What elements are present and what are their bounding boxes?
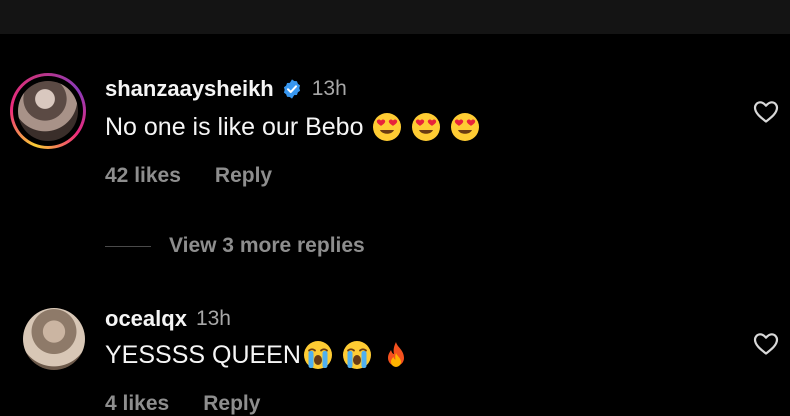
comment-header: shanzaaysheikh 13h [105,76,347,102]
comment-text: No one is like our Bebo [105,112,480,142]
story-ring[interactable] [10,73,86,149]
reply-button[interactable]: Reply [203,392,260,416]
loudly-crying-emoji-icon [303,341,332,369]
avatar[interactable] [18,81,78,141]
comment-actions: 4 likes Reply [105,392,260,416]
view-more-replies-label[interactable]: View 3 more replies [169,234,365,258]
like-heart-icon[interactable] [753,332,779,356]
comment-actions: 42 likes Reply [105,164,272,188]
comment-text-content: No one is like our Bebo [105,112,364,141]
divider-line [105,245,151,247]
like-heart-icon[interactable] [753,100,779,124]
reply-button[interactable]: Reply [215,164,272,188]
timestamp: 13h [195,307,231,330]
comment-text-content: YESSSS QUEEN [105,340,301,369]
likes-count[interactable]: 4 likes [105,392,169,416]
loudly-crying-emoji-icon [342,341,371,369]
username[interactable]: ocealqx [105,306,187,332]
avatar[interactable] [23,308,85,370]
fire-emoji-icon [387,342,404,367]
view-more-replies[interactable]: View 3 more replies [105,234,365,258]
top-bar [0,0,790,34]
comment-item: shanzaaysheikh 13h No one is like our Be… [0,70,790,210]
likes-count[interactable]: 42 likes [105,164,181,188]
heart-eyes-emoji-icon [373,113,402,141]
heart-eyes-emoji-icon [412,113,441,141]
timestamp: 13h [311,77,347,100]
comment-header: ocealqx 13h [105,306,231,332]
username[interactable]: shanzaaysheikh [105,76,274,102]
comment-text: YESSSS QUEEN [105,340,411,370]
heart-eyes-emoji-icon [451,113,480,141]
comment-item: ocealqx 13h YESSSS QUEEN 4 likes Reply [0,296,790,416]
verified-badge-icon [283,79,300,99]
